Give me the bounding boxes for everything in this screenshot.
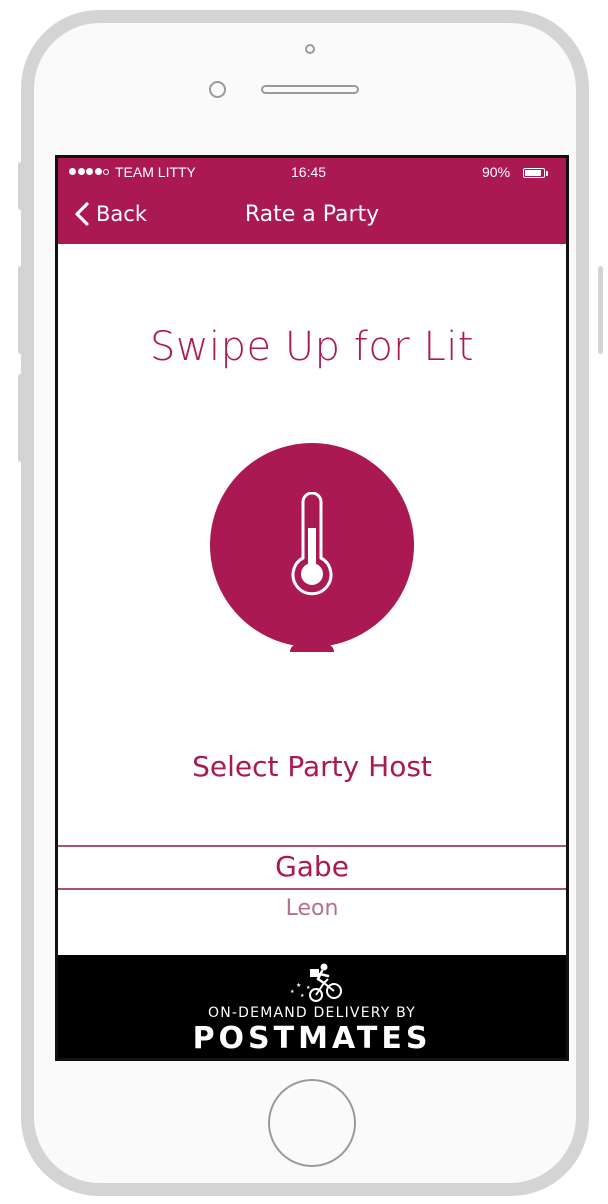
battery-percent: 90% — [482, 164, 511, 180]
ad-tagline: ON-DEMAND DELIVERY BY — [208, 1005, 416, 1021]
app-screen: TEAM LITTY 16:45 90% Back Rate a Party S… — [58, 158, 566, 1058]
power-button — [598, 266, 603, 354]
swipe-handle[interactable] — [290, 644, 334, 652]
status-bar: TEAM LITTY 16:45 90% — [58, 158, 566, 190]
svg-text:★: ★ — [290, 989, 295, 995]
signal-dot — [77, 168, 85, 175]
status-time: 16:45 — [291, 164, 327, 180]
phone-screen: TEAM LITTY 16:45 90% Back Rate a Party S… — [55, 155, 569, 1061]
signal-strength-icon — [69, 168, 109, 175]
picker-item[interactable]: Leon — [58, 896, 566, 921]
battery-fill — [525, 170, 542, 176]
back-button[interactable]: Back — [74, 202, 147, 226]
picker-item-selected[interactable]: Gabe — [58, 850, 566, 883]
svg-text:★: ★ — [306, 985, 311, 991]
chevron-left-icon — [75, 202, 89, 226]
earpiece-speaker — [261, 85, 359, 94]
svg-text:★: ★ — [296, 982, 301, 989]
back-button-label: Back — [96, 202, 147, 226]
bike-courier-icon: ★ ★ ★ ★ — [290, 963, 342, 1002]
battery-tip — [546, 171, 548, 176]
home-button[interactable] — [268, 1079, 356, 1167]
swipe-instruction: Swipe Up for Lit — [149, 324, 475, 370]
picker-divider-top — [58, 845, 566, 847]
select-host-label: Select Party Host — [192, 750, 432, 783]
signal-dot — [94, 168, 102, 175]
carrier-name: TEAM LITTY — [115, 164, 196, 180]
camera-dot — [305, 44, 315, 54]
lit-swipe-button[interactable] — [210, 443, 414, 647]
postmates-ad-banner[interactable]: ★ ★ ★ ★ ON-DEMAND DELIVERY BY POSTMATES — [58, 955, 566, 1058]
postmates-logo: POSTMATES — [192, 1021, 432, 1056]
thermometer-icon — [291, 492, 333, 596]
volume-down-button — [18, 374, 23, 462]
battery-icon — [523, 168, 545, 178]
volume-up-button — [18, 266, 23, 354]
signal-dot — [69, 168, 76, 175]
mute-switch — [18, 162, 23, 210]
signal-dot — [103, 168, 109, 175]
picker-divider-bottom — [58, 888, 566, 890]
svg-text:★: ★ — [300, 993, 305, 999]
front-camera — [209, 81, 226, 98]
navigation-bar: TEAM LITTY 16:45 90% Back Rate a Party — [58, 158, 566, 244]
signal-dot — [86, 168, 93, 175]
